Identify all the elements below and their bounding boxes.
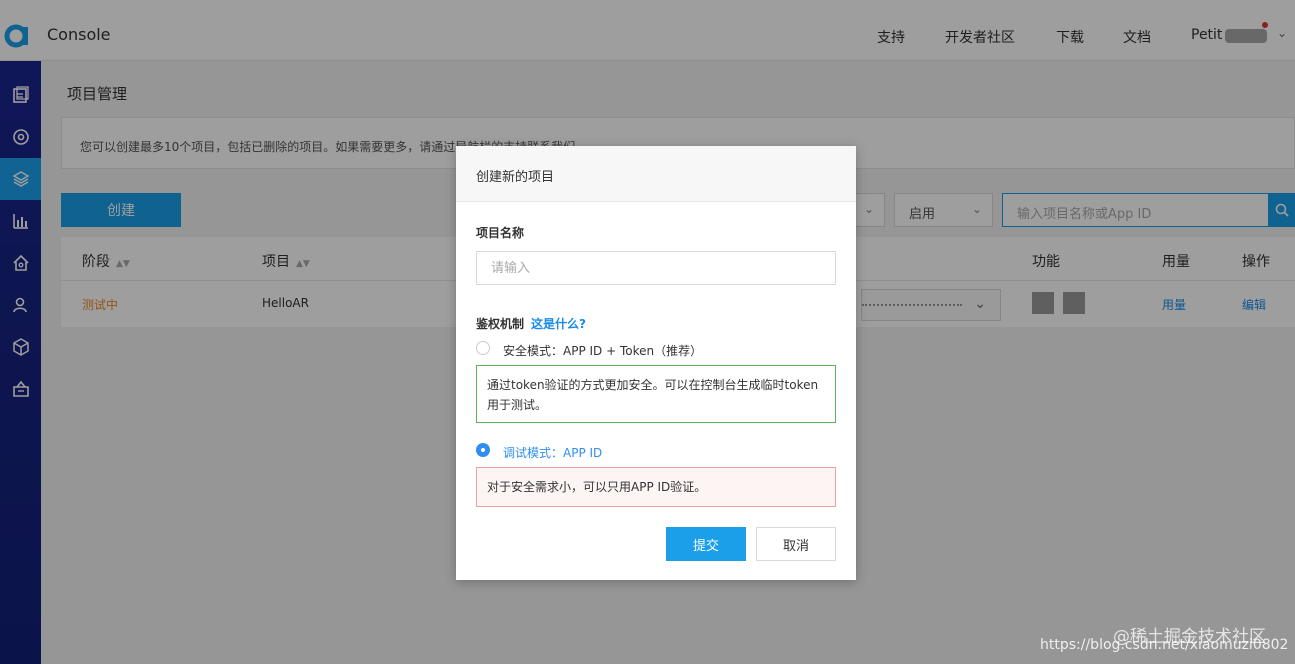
create-project-dialog: 创建新的项目 项目名称 鉴权机制 这是什么? 安全模式：APP ID + Tok… [456,146,856,580]
cancel-button[interactable]: 取消 [756,527,836,561]
project-name-label: 项目名称 [476,226,525,240]
project-name-input[interactable] [476,251,836,285]
auth-label: 鉴权机制 [476,317,525,331]
dialog-header: 创建新的项目 [456,146,856,202]
watermark-url: https://blog.csdn.net/xiaomuzi0802 [1040,637,1289,653]
radio-secure-mode[interactable] [476,341,490,355]
debug-mode-description: 对于安全需求小，可以只用APP ID验证。 [476,467,836,507]
debug-mode-label[interactable]: 调试模式：APP ID [503,444,602,461]
dialog-title: 创建新的项目 [476,170,555,185]
secure-mode-label[interactable]: 安全模式：APP ID + Token（推荐） [503,342,702,359]
radio-debug-mode[interactable] [476,443,490,457]
auth-help-link[interactable]: 这是什么? [531,315,586,332]
secure-mode-description: 通过token验证的方式更加安全。可以在控制台生成临时token用于测试。 [476,365,836,423]
submit-button[interactable]: 提交 [666,527,746,561]
